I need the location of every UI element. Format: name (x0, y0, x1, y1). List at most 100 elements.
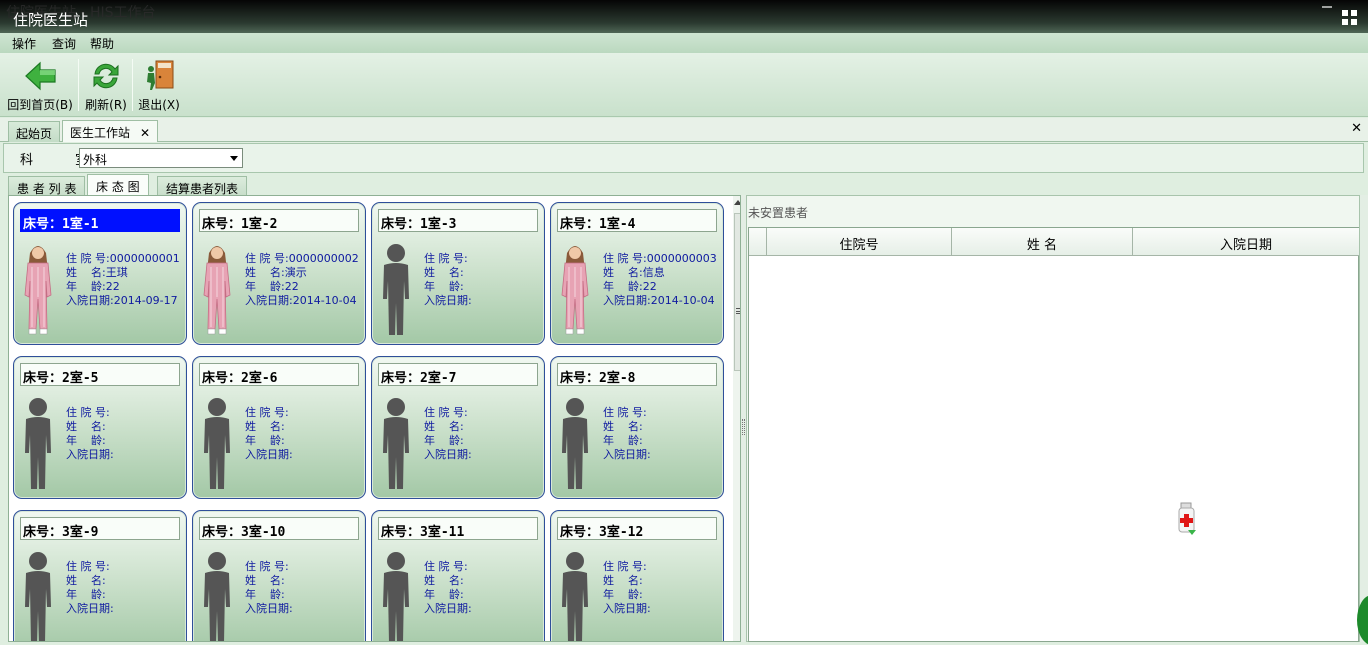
info-label-admit_date: 入院日期: (245, 448, 293, 461)
info-row-admit_date: 入院日期: (424, 448, 472, 462)
document-tabs: 起始页 医生工作站 ✕ ✕ (0, 118, 1368, 142)
info-label-inpatient_no: 住 院 号: (603, 406, 647, 419)
info-row-age: 年 龄:22 (245, 280, 359, 294)
tab-doctor-workstation[interactable]: 医生工作站 ✕ (62, 120, 159, 142)
info-label-admit_date: 入院日期: (245, 294, 293, 307)
info-label-name: 姓 名: (424, 420, 464, 433)
info-row-admit_date: 入院日期:2014-10-04 (245, 294, 359, 308)
back-arrow-icon (25, 61, 56, 91)
bed-card[interactable]: 床号：1室-3 住 院 号: 姓 名: 年 龄: 入院日期: (371, 202, 545, 345)
refresh-button[interactable]: 刷新(R) (84, 57, 128, 115)
exit-button[interactable]: 退出(X) (137, 57, 181, 115)
info-row-admit_date: 入院日期: (424, 294, 472, 308)
info-label-name: 姓 名: (245, 574, 285, 587)
female-patient-figure-icon (21, 241, 55, 337)
bed-number-label: 床号：2室-5 (20, 363, 180, 386)
tab-bed-status-map[interactable]: 床 态 图 (87, 174, 149, 196)
bed-card[interactable]: 床号：2室-7 住 院 号: 姓 名: 年 龄: 入院日期: (371, 356, 545, 499)
column-header-inpatient-no[interactable]: 住院号 (767, 228, 952, 256)
close-all-icon[interactable]: ✕ (1351, 121, 1362, 136)
info-label-admit_date: 入院日期: (424, 602, 472, 615)
department-bar: 科 室 外科 (3, 143, 1364, 173)
tab-doctor-workstation-label: 医生工作站 (70, 126, 131, 140)
info-label-name: 姓 名: (245, 420, 285, 433)
info-label-admit_date: 入院日期: (603, 294, 651, 307)
info-label-admit_date: 入院日期: (424, 294, 472, 307)
scrollbar-thumb[interactable] (734, 213, 740, 371)
column-header-admit-date[interactable]: 入院日期 (1133, 228, 1359, 256)
info-label-age: 年 龄: (66, 434, 106, 447)
bed-number-label: 床号：2室-7 (378, 363, 538, 386)
info-label-name: 姓 名: (424, 574, 464, 587)
info-label-inpatient_no: 住 院 号: (424, 560, 468, 573)
bed-card[interactable]: 床号：2室-5 住 院 号: 姓 名: 年 龄: 入院日期: (13, 356, 187, 499)
info-row-name: 姓 名: (245, 420, 293, 434)
bed-number-label: 床号：2室-8 (557, 363, 717, 386)
vertical-scrollbar[interactable] (733, 196, 740, 641)
empty-bed-person-icon (379, 549, 413, 641)
bed-number-label: 床号：1室-2 (199, 209, 359, 232)
info-row-name: 姓 名: (424, 574, 472, 588)
scroll-up-icon[interactable] (734, 200, 740, 205)
info-row-name: 姓 名: (424, 266, 472, 280)
bed-map-panel: 床号：1室-1 住 院 号:0000000001 姓 名:王琪年 龄:22 入院日期:… (8, 195, 741, 642)
bed-card[interactable]: 床号：2室-6 住 院 号: 姓 名: 年 龄: 入院日期: (192, 356, 366, 499)
bed-card[interactable]: 床号：3室-11 住 院 号: 姓 名: 年 龄: 入院日期: (371, 510, 545, 641)
toolbar: 回到首页(B) 刷新(R) 退出(X) (0, 53, 1368, 117)
female-patient-figure-icon (200, 241, 234, 337)
tab-settled-patient-list-label: 结算患者列表 (166, 182, 239, 196)
info-row-age: 年 龄: (245, 434, 293, 448)
info-value-name: 演示 (284, 266, 307, 279)
bed-patient-info: 住 院 号: 姓 名: 年 龄: 入院日期: (66, 560, 114, 616)
window-right-edge (1360, 195, 1368, 642)
bed-card[interactable]: 床号：1室-1 住 院 号:0000000001 姓 名:王琪年 龄:22 入院日期:… (13, 202, 187, 345)
info-value-inpatient_no: 0000000003 (646, 252, 717, 265)
close-icon[interactable]: ✕ (140, 126, 150, 140)
exit-button-label: 退出(X) (138, 98, 180, 112)
menu-help[interactable]: 帮助 (90, 35, 114, 52)
info-label-inpatient_no: 住 院 号: (603, 560, 647, 573)
info-row-age: 年 龄:22 (603, 280, 717, 294)
tab-start-page[interactable]: 起始页 (8, 121, 61, 142)
info-label-inpatient_no: 住 院 号: (424, 252, 468, 265)
info-label-inpatient_no: 住 院 号: (245, 560, 289, 573)
column-header-name[interactable]: 姓 名 (952, 228, 1133, 256)
info-row-admit_date: 入院日期: (66, 448, 114, 462)
bed-card[interactable]: 床号：3室-10 住 院 号: 姓 名: 年 龄: 入院日期: (192, 510, 366, 641)
info-label-age: 年 龄: (245, 280, 285, 293)
info-row-inpatient_no: 住 院 号: (66, 560, 114, 574)
info-row-age: 年 龄: (603, 434, 651, 448)
info-label-age: 年 龄: (603, 434, 643, 447)
info-row-age: 年 龄: (424, 588, 472, 602)
menu-operate[interactable]: 操作 (12, 35, 36, 52)
menu-query[interactable]: 查询 (52, 35, 76, 52)
bed-card[interactable]: 床号：1室-2 住 院 号:0000000002 姓 名:演示年 龄:22 入院日期:… (192, 202, 366, 345)
department-select[interactable]: 外科 (79, 148, 243, 168)
bed-card[interactable]: 床号：3室-12 住 院 号: 姓 名: 年 龄: 入院日期: (550, 510, 724, 641)
info-row-name: 姓 名:信息 (603, 266, 717, 280)
tab-settled-patient-list[interactable]: 结算患者列表 (157, 176, 248, 196)
info-value-inpatient_no: 0000000002 (288, 252, 359, 265)
info-label-admit_date: 入院日期: (66, 294, 114, 307)
bed-number-label: 床号：1室-1 (20, 209, 180, 232)
info-row-inpatient_no: 住 院 号: (245, 560, 293, 574)
info-value-admit_date: 2014-09-17 (113, 294, 178, 307)
bed-patient-info: 住 院 号:0000000001 姓 名:王琪年 龄:22 入院日期:2014-09… (66, 252, 180, 308)
minimize-hint[interactable] (1322, 6, 1332, 8)
bed-card[interactable]: 床号：3室-9 住 院 号: 姓 名: 年 龄: 入院日期: (13, 510, 187, 641)
info-row-admit_date: 入院日期:2014-09-17 (66, 294, 180, 308)
bed-card[interactable]: 床号：2室-8 住 院 号: 姓 名: 年 龄: 入院日期: (550, 356, 724, 499)
info-row-inpatient_no: 住 院 号: (424, 406, 472, 420)
tab-patient-list[interactable]: 患 者 列 表 (8, 176, 86, 196)
bed-patient-info: 住 院 号: 姓 名: 年 龄: 入院日期: (424, 252, 472, 308)
info-row-inpatient_no: 住 院 号:0000000002 (245, 252, 359, 266)
toolbar-divider (132, 59, 133, 111)
home-button[interactable]: 回到首页(B) (6, 57, 74, 115)
restore-window-icon[interactable] (1342, 10, 1358, 26)
title-bar: 住院医生站 - HIS工作台 住院医生站 (0, 0, 1368, 33)
bed-number-label: 床号：2室-6 (199, 363, 359, 386)
tab-patient-list-label: 患 者 列 表 (17, 182, 77, 196)
chevron-down-icon[interactable] (230, 156, 238, 161)
bed-card[interactable]: 床号：1室-4 住 院 号:0000000003 姓 名:信息年 龄:22 入院日期:… (550, 202, 724, 345)
info-label-name: 姓 名: (66, 266, 106, 279)
